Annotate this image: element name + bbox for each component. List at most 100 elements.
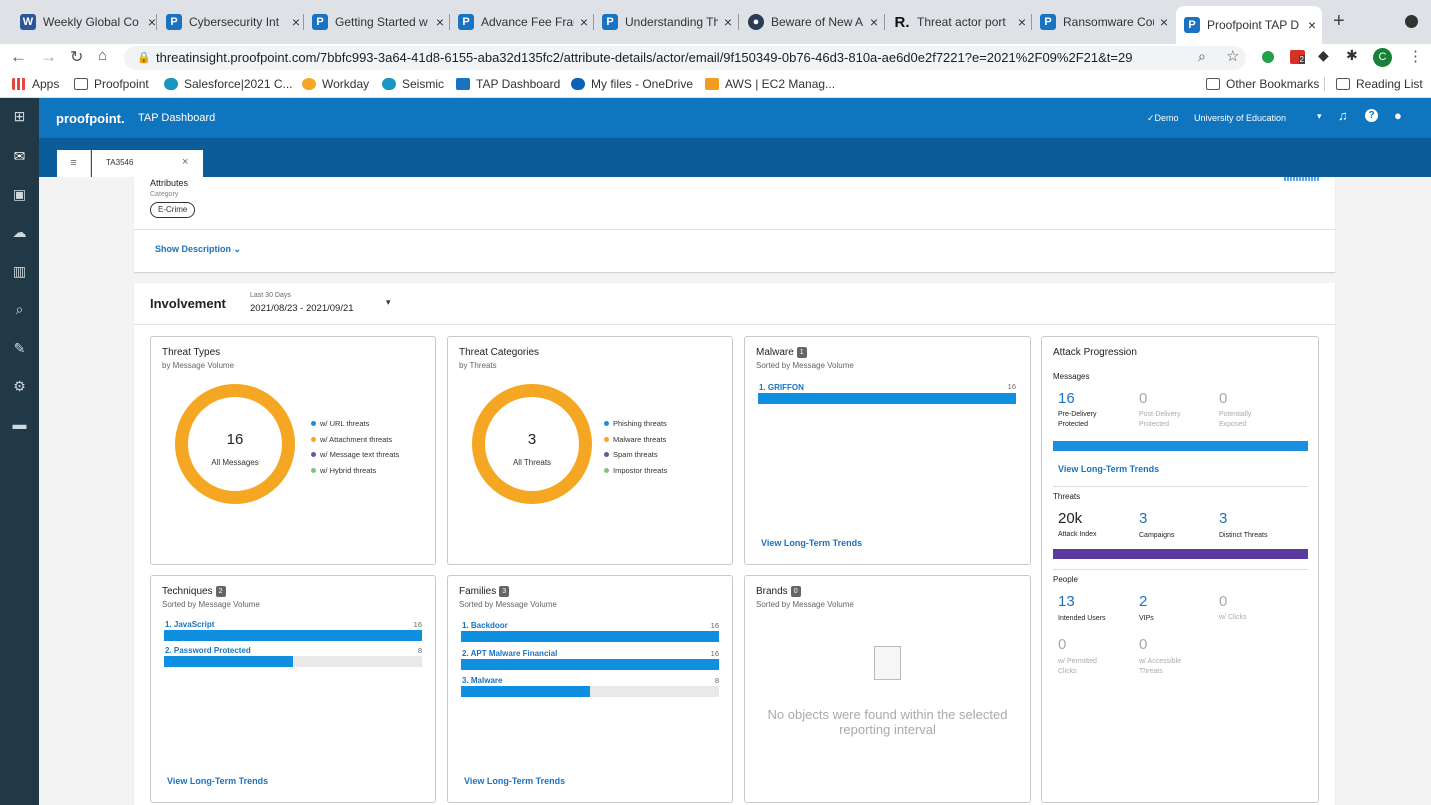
view-trends-link[interactable]: View Long-Term Trends (761, 538, 862, 548)
bookmark-folder[interactable]: Proofpoint (74, 77, 149, 91)
menu-dots-icon[interactable]: ⋮ (1408, 47, 1423, 65)
chevron-down-icon[interactable]: ▾ (386, 297, 391, 308)
browser-tab[interactable]: R. Threat actor port × (886, 8, 1032, 36)
bookmark-star-icon[interactable]: ☆ (1226, 47, 1239, 65)
reading-list[interactable]: Reading List (1336, 77, 1423, 91)
malware-bar[interactable] (758, 393, 1016, 404)
cloud-icon[interactable]: ☁ (0, 214, 39, 250)
bookmark-link[interactable]: Salesforce|2021 C... (164, 77, 293, 91)
help-icon[interactable]: ? (1365, 109, 1378, 122)
family-item-label[interactable]: 1. Backdoor (462, 621, 508, 630)
threats-bar[interactable] (1053, 549, 1308, 559)
browser-tab[interactable]: P Advance Fee Frau × (450, 8, 594, 36)
stat-value[interactable]: 3 (1219, 510, 1227, 527)
range-value[interactable]: 2021/08/23 - 2021/09/21 (250, 303, 354, 314)
tab-ta3546[interactable]: TA3546 × (92, 150, 203, 177)
malware-item-label[interactable]: 1. GRIFFON (759, 383, 804, 392)
other-bookmarks[interactable]: Other Bookmarks (1206, 77, 1319, 91)
dropbox-icon[interactable]: ◆ (1318, 47, 1329, 64)
new-tab-icon[interactable]: + (1333, 10, 1345, 33)
technique-item-label[interactable]: 1. JavaScript (165, 620, 214, 629)
app-grid-icon[interactable]: ⊞ (0, 98, 39, 134)
close-icon[interactable]: × (1012, 14, 1032, 30)
back-icon[interactable]: ← (10, 47, 27, 67)
evernote-icon[interactable] (1262, 51, 1274, 63)
legend-item[interactable]: Malware threats (604, 432, 667, 448)
gear-icon[interactable]: ⚙ (0, 368, 39, 404)
browser-tab[interactable]: P Getting Started w × (304, 8, 450, 36)
legend-item[interactable]: w/ URL threats (311, 416, 399, 432)
profile-avatar[interactable]: C (1373, 48, 1392, 67)
technique-bar[interactable] (164, 630, 422, 641)
legend-item[interactable]: w/ Hybrid threats (311, 463, 399, 479)
zoom-icon[interactable]: ⌕ (1198, 48, 1206, 65)
bookmark-link[interactable]: AWS | EC2 Manag... (705, 77, 835, 91)
close-icon[interactable]: × (182, 156, 188, 168)
legend-item[interactable]: w/ Attachment threats (311, 432, 399, 448)
bar-chart-icon[interactable]: ▥ (0, 253, 39, 289)
close-icon[interactable]: × (1154, 14, 1174, 30)
browser-tab-active[interactable]: P Proofpoint TAP D × (1176, 6, 1322, 44)
tab-search-icon[interactable] (1405, 15, 1418, 28)
legend-dot (604, 421, 609, 427)
family-item-label[interactable]: 2. APT Malware Financial (462, 649, 557, 658)
show-description-link[interactable]: Show Description ⌄ (155, 244, 241, 255)
category-tag[interactable]: E-Crime (150, 202, 196, 218)
list-menu-icon[interactable]: ≡ (57, 150, 91, 177)
stat-value[interactable]: 16 (1058, 390, 1075, 407)
bookmark-link[interactable]: Seismic (382, 77, 444, 91)
family-item-count: 8 (714, 676, 719, 685)
legend-item[interactable]: w/ Message text threats (311, 447, 399, 463)
chevron-down-icon[interactable]: ▾ (1317, 111, 1322, 122)
browser-tab[interactable]: P Understanding Th × (594, 8, 738, 36)
close-icon[interactable]: × (430, 14, 450, 30)
close-icon[interactable]: × (864, 14, 884, 30)
browser-tab[interactable]: W Weekly Global Co × (12, 8, 162, 36)
app-title[interactable]: TAP Dashboard (138, 112, 215, 124)
contact-card-icon[interactable]: ▣ (0, 176, 39, 212)
org-selector[interactable]: University of Education (1194, 113, 1286, 123)
stat-value[interactable]: 20k (1058, 510, 1082, 527)
mail-icon[interactable]: ✉ (0, 138, 39, 174)
bookmark-link[interactable]: Workday (302, 77, 369, 91)
family-bar[interactable] (461, 631, 719, 642)
reload-icon[interactable]: ↻ (70, 47, 83, 67)
view-trends-link[interactable]: View Long-Term Trends (464, 776, 565, 786)
chat-icon[interactable]: ▬ (0, 406, 39, 442)
stat-value[interactable]: 13 (1058, 593, 1075, 610)
home-icon[interactable]: ⌂ (98, 47, 107, 64)
bell-icon[interactable]: ♫ (1338, 108, 1348, 123)
stat-value[interactable]: 2 (1139, 593, 1147, 610)
extension-badge-icon[interactable]: 2 (1290, 50, 1305, 64)
proofpoint-logo[interactable]: proofpoint. (56, 111, 125, 126)
family-bar[interactable] (461, 659, 719, 670)
browser-tab[interactable]: P Cybersecurity Int × (158, 8, 306, 36)
bookmark-apps[interactable]: Apps (12, 77, 59, 91)
wrench-icon[interactable]: ✎ (0, 330, 39, 366)
legend-item[interactable]: Phishing threats (604, 416, 667, 432)
close-icon[interactable]: × (718, 14, 738, 30)
view-trends-link[interactable]: View Long-Term Trends (1058, 464, 1159, 474)
bookmark-link[interactable]: My files - OneDrive (571, 77, 693, 91)
browser-tab[interactable]: ● Beware of New A × (740, 8, 884, 36)
forward-icon[interactable]: → (40, 47, 57, 67)
technique-bar[interactable] (164, 656, 422, 667)
extensions-puzzle-icon[interactable]: ✱ (1346, 47, 1358, 64)
demo-toggle[interactable]: ✓Demo (1147, 113, 1179, 124)
family-item-label[interactable]: 3. Malware (462, 676, 502, 685)
stat-label: Distinct Threats (1219, 532, 1268, 539)
close-icon[interactable]: × (1302, 17, 1322, 33)
legend-item[interactable]: Spam threats (604, 447, 667, 463)
user-icon[interactable]: ● (1394, 108, 1402, 123)
close-icon[interactable]: × (574, 14, 594, 30)
search-icon[interactable]: ⌕ (0, 291, 39, 327)
url-input[interactable]: 🔒 threatinsight.proofpoint.com/7bbfc993-… (124, 46, 1246, 70)
bookmark-link[interactable]: TAP Dashboard (456, 77, 560, 91)
browser-tab[interactable]: P Ransomware Cou × (1032, 8, 1174, 36)
technique-item-label[interactable]: 2. Password Protected (165, 646, 251, 655)
family-bar[interactable] (461, 686, 719, 697)
legend-item[interactable]: Impostor threats (604, 463, 667, 479)
view-trends-link[interactable]: View Long-Term Trends (167, 776, 268, 786)
messages-bar[interactable] (1053, 441, 1308, 451)
stat-value[interactable]: 3 (1139, 510, 1147, 527)
